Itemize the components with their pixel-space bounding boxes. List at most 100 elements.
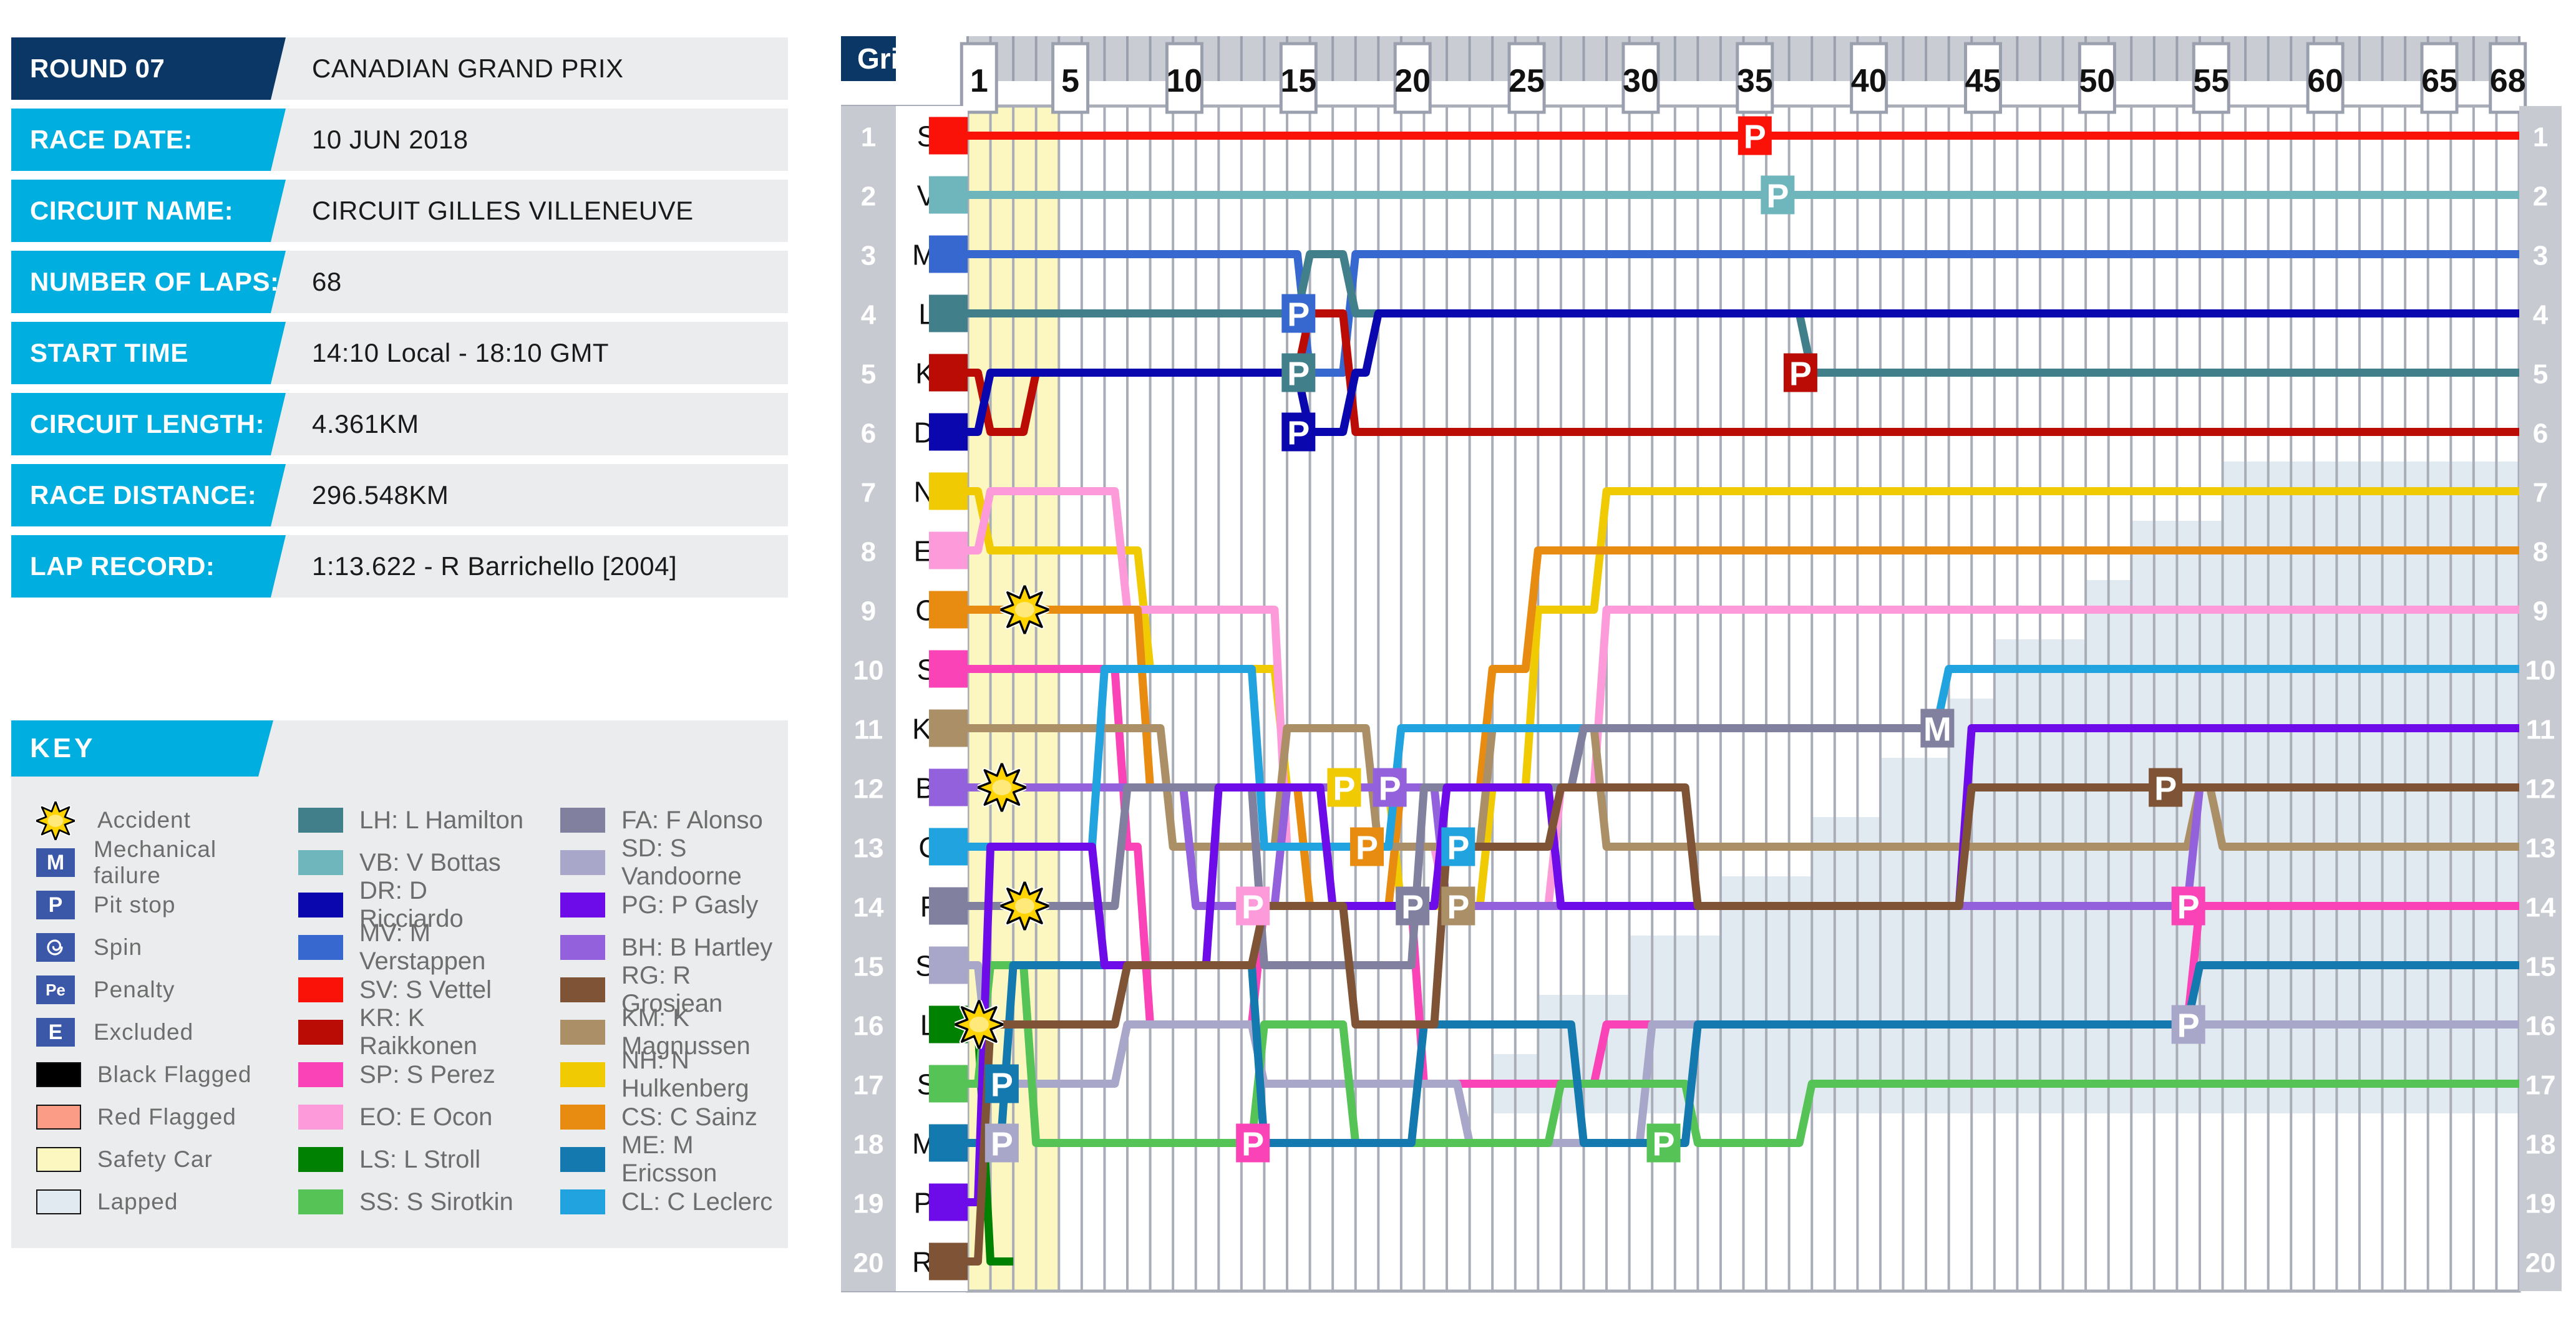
info-row: RACE DISTANCE: 296.548KM (11, 464, 788, 526)
key-color-swatch (36, 1189, 81, 1214)
info-value: 4.361KM (312, 409, 419, 438)
key-driver-item: EO: E Ocon (298, 1096, 535, 1138)
info-label: CIRCUIT LENGTH: (11, 393, 286, 455)
accident-marker (955, 1000, 1004, 1049)
svg-text:P: P (1287, 356, 1310, 393)
driver-color-swatch (560, 1062, 605, 1087)
key-driver-list-1: LH: L Hamilton VB: V Bottas DR: D Ricciard… (273, 799, 535, 1223)
grid-start-block (929, 591, 968, 629)
grid-position-number: 12 (853, 774, 884, 805)
info-value: 68 (312, 267, 342, 296)
driver-label: BH: B Hartley (621, 933, 773, 961)
lap-tick-65: 65 (2420, 42, 2459, 114)
info-label: RACE DATE: (11, 109, 286, 171)
finish-position-number: 15 (2525, 952, 2556, 982)
driver-label: SS: S Sirotkin (359, 1188, 513, 1216)
key-driver-item: SS: S Sirotkin (298, 1181, 535, 1223)
finish-position-number: 10 (2525, 656, 2556, 686)
grid-position-number: 8 (861, 537, 876, 568)
info-label: START TIME (11, 322, 286, 384)
svg-text:68: 68 (2490, 63, 2526, 99)
key-item: Spin (36, 926, 273, 969)
grid-position-number: 5 (861, 359, 876, 390)
info-row: ROUND 07 CANADIAN GRAND PRIX (11, 37, 788, 100)
pit-stop-marker: P (2171, 886, 2205, 926)
driver-color-swatch (298, 977, 343, 1002)
grid-position-number: 9 (861, 596, 876, 627)
info-label: RACE DISTANCE: (11, 464, 286, 526)
driver-color-swatch (560, 1189, 605, 1214)
key-item: Lapped (36, 1181, 273, 1223)
driver-label: VB: V Bottas (359, 848, 501, 876)
key-event-list: Accident M Mechanical failure P Pit stop Spin… (11, 799, 273, 1223)
driver-color-swatch (298, 808, 343, 833)
key-driver-item: LH: L Hamilton (298, 799, 535, 841)
key-driver-item: KR: K Raikkonen (298, 1004, 535, 1060)
finish-position-number: 13 (2525, 833, 2556, 864)
svg-text:35: 35 (1737, 63, 1773, 99)
svg-text:1: 1 (970, 63, 988, 99)
svg-text:P: P (1401, 889, 1424, 926)
driver-color-swatch (298, 850, 343, 875)
lap-tick-20: 20 (1393, 42, 1432, 114)
grid-header-label: Grid (857, 42, 916, 75)
key-panel: KEY Accident M Mechanical failure P Pit stop… (11, 720, 788, 1248)
svg-text:P: P (1766, 178, 1789, 215)
pit-stop-marker: P (1396, 886, 1430, 926)
key-item: P Pit stop (36, 884, 273, 926)
svg-text:30: 30 (1623, 63, 1659, 99)
driver-label: SV: S Vettel (359, 975, 492, 1004)
finish-position-number: 1 (2533, 122, 2548, 153)
grid-position-number: 3 (861, 241, 876, 271)
grid-start-block (929, 235, 968, 273)
svg-text:P: P (1242, 1126, 1264, 1163)
mechanical-failure-marker: M (1920, 709, 1955, 748)
grid-start-block (929, 354, 968, 392)
pit-stop-marker: P (1281, 294, 1316, 334)
lap-tick-25: 25 (1507, 42, 1546, 114)
excluded-icon: E (36, 1018, 75, 1047)
finish-position-number: 5 (2533, 359, 2548, 390)
driver-color-swatch (560, 1147, 605, 1172)
grid-position-number: 18 (853, 1130, 884, 1160)
accident-marker (1000, 881, 1049, 931)
grid-start-block (929, 176, 968, 214)
info-row: CIRCUIT NAME: CIRCUIT GILLES VILLENEUVE (11, 180, 788, 242)
info-row: LAP RECORD: 1:13.622 - R Barrichello [200… (11, 535, 788, 598)
info-row: START TIME 14:10 Local - 18:10 GMT (11, 322, 788, 384)
svg-text:P: P (2177, 1007, 2200, 1045)
driver-label: PG: P Gasly (621, 891, 759, 919)
svg-text:P: P (1652, 1126, 1674, 1163)
pit-stop-marker: P (1441, 886, 1475, 926)
svg-text:P: P (1287, 415, 1310, 452)
driver-color-swatch (560, 1105, 605, 1130)
grid-position-number: 7 (861, 478, 876, 508)
key-item: Red Flagged (36, 1096, 273, 1138)
driver-color-swatch (560, 808, 605, 833)
info-value: CANADIAN GRAND PRIX (312, 54, 624, 83)
svg-text:20: 20 (1394, 63, 1431, 99)
key-item-label: Excluded (94, 1019, 194, 1045)
key-driver-item: LS: L Stroll (298, 1138, 535, 1181)
grid-start-block (929, 1183, 968, 1221)
safety-car-zone (1036, 106, 1059, 1291)
grid-position-number: 17 (853, 1070, 884, 1101)
grid-start-block (929, 650, 968, 688)
key-item-label: Safety Car (97, 1146, 213, 1172)
driver-color-swatch (298, 1189, 343, 1214)
grid-position-number: 10 (853, 656, 884, 686)
lap-tick-15: 15 (1279, 42, 1318, 114)
info-value: 10 JUN 2018 (312, 125, 469, 154)
driver-color-swatch (298, 935, 343, 960)
key-item-label: Lapped (97, 1189, 178, 1214)
driver-label: NH: N Hulkenberg (621, 1047, 749, 1102)
mechanical-failure-icon: M (36, 848, 75, 877)
info-value: 1:13.622 - R Barrichello [2004] (312, 551, 678, 581)
key-item: Accident (36, 799, 273, 841)
svg-text:P: P (1287, 296, 1310, 334)
key-item-label: Mechanical failure (94, 836, 217, 888)
key-item-label: Black Flagged (97, 1062, 252, 1087)
pit-stop-marker: P (1350, 827, 1384, 867)
info-label: NUMBER OF LAPS: (11, 251, 286, 313)
finish-position-number: 8 (2533, 537, 2548, 568)
